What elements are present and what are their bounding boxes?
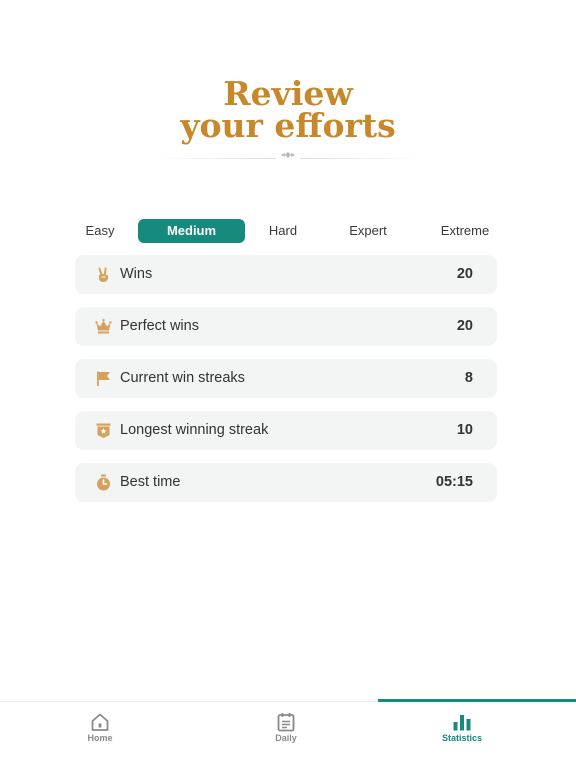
stopwatch-icon	[97, 474, 110, 491]
ornamental-divider: ◂◆▸	[150, 150, 426, 160]
stat-label: Longest winning streak	[120, 422, 269, 438]
stat-row-longest-winning-streak: Longest winning streak 10	[75, 411, 497, 450]
stat-label: Current win streaks	[120, 370, 245, 386]
stat-row-current-win-streaks: Current win streaks 8	[75, 359, 497, 398]
stat-row-perfect-wins: Perfect wins 20	[75, 307, 497, 346]
difficulty-tabs: Easy Medium Hard Expert Extreme	[66, 219, 510, 243]
tab-hard[interactable]: Hard	[249, 219, 317, 243]
nav-label: Statistics	[441, 733, 483, 743]
stat-row-wins: Wins 20	[75, 255, 497, 294]
stat-value: 10	[456, 422, 473, 438]
stat-label: Wins	[120, 266, 153, 282]
nav-label: Home	[87, 733, 113, 743]
page-title-line-2: your efforts	[180, 106, 396, 145]
tab-easy[interactable]: Easy	[66, 219, 134, 243]
stat-value: 8	[464, 370, 473, 386]
stat-label: Perfect wins	[120, 318, 199, 334]
stat-value: 05:15	[435, 474, 473, 490]
bar-chart-icon	[453, 715, 471, 731]
tab-extreme[interactable]: Extreme	[426, 219, 504, 243]
stat-row-best-time: Best time 05:15	[75, 463, 497, 502]
crown-icon	[95, 319, 112, 334]
page-title: Review your efforts	[0, 77, 576, 145]
tab-expert[interactable]: Expert	[328, 219, 408, 243]
home-icon	[91, 713, 109, 731]
stat-value: 20	[456, 318, 473, 334]
nav-label: Daily	[275, 733, 297, 743]
tab-medium[interactable]: Medium	[138, 219, 245, 243]
nav-statistics[interactable]: Statistics	[412, 702, 512, 768]
bottom-navigation: Home Daily Statistics	[0, 699, 576, 769]
victory-hand-icon	[98, 267, 109, 282]
nav-daily[interactable]: Daily	[236, 702, 336, 768]
badge-star-icon	[96, 423, 111, 438]
flag-icon	[97, 371, 110, 386]
stat-label: Best time	[120, 474, 181, 490]
stat-value: 20	[456, 266, 473, 282]
calendar-icon	[277, 713, 295, 732]
flourish-icon: ◂◆▸	[280, 150, 296, 159]
nav-home[interactable]: Home	[50, 702, 150, 768]
